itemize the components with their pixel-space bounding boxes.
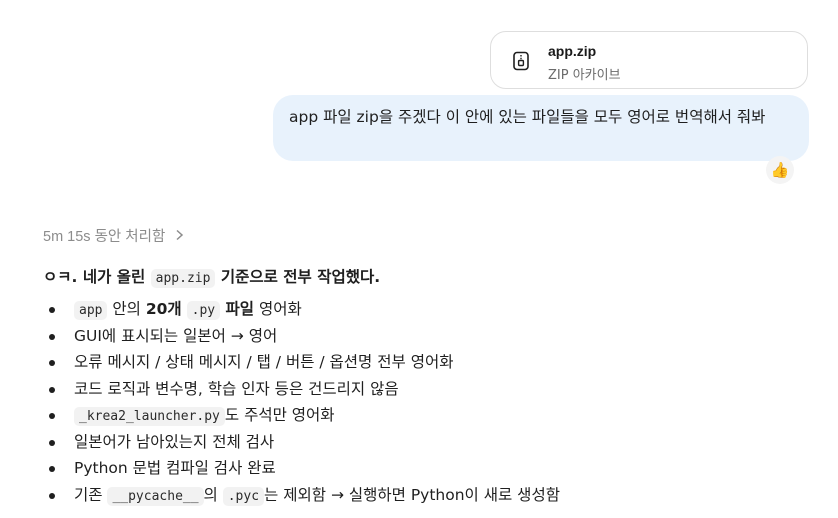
list-text: 영어화	[254, 300, 302, 318]
user-message-bubble: app 파일 zip을 주겠다 이 안에 있는 파일들을 모두 영어로 번역해서…	[273, 95, 809, 161]
response-summary: ㅇㅋ. 네가 올린 app.zip 기준으로 전부 작업했다.	[43, 265, 381, 288]
inline-code: .pyc	[222, 486, 265, 506]
attachment-card[interactable]: app.zip ZIP 아카이브	[490, 31, 808, 89]
summary-prefix: ㅇㅋ.	[43, 268, 83, 286]
list-item: GUI에 표시되는 일본어 → 영어	[43, 323, 823, 350]
list-text	[182, 300, 187, 318]
thought-toggle[interactable]: 5m 15s 동안 처리함	[43, 225, 184, 246]
summary-bold-2: 기준으로 전부 작업했다.	[215, 268, 381, 286]
list-bold: 파일	[220, 300, 255, 318]
list-text: 코드 로직과 변수명, 학습 인자 등은 건드리지 않음	[74, 379, 399, 398]
inline-code: __pycache__	[107, 486, 204, 506]
attachment-type: ZIP 아카이브	[548, 68, 621, 83]
list-item: Python 문법 컴파일 검사 완료	[43, 455, 823, 482]
response-list: app 안의 20개 .py 파일 영어화 GUI에 표시되는 일본어 → 영어…	[43, 296, 823, 508]
list-bold: 20개	[145, 300, 182, 318]
chevron-right-icon	[175, 229, 184, 245]
list-item: app 안의 20개 .py 파일 영어화	[43, 296, 823, 323]
attachment-name: app.zip	[548, 43, 597, 59]
summary-code: app.zip	[150, 269, 216, 288]
reaction-button[interactable]: 👍	[766, 156, 794, 184]
list-text: 안의	[107, 300, 146, 318]
list-text: 일본어가 남아있는지 전체 검사	[74, 432, 275, 451]
list-text: GUI에 표시되는 일본어 → 영어	[74, 326, 278, 345]
inline-code: .py	[186, 301, 221, 320]
list-text: 도 주석만 영어화	[224, 406, 335, 424]
list-item: 코드 로직과 변수명, 학습 인자 등은 건드리지 않음	[43, 376, 823, 403]
user-message-text: app 파일 zip을 주겠다 이 안에 있는 파일들을 모두 영어로 번역해서…	[289, 108, 766, 126]
list-text: Python 문법 컴파일 검사 완료	[74, 459, 276, 477]
list-text: 기존	[74, 485, 108, 504]
list-text: 의	[203, 485, 223, 504]
list-item: 기존 __pycache__ 의 .pyc 는 제외함 → 실행하면 Python이…	[43, 482, 823, 509]
list-item: _krea2_launcher.py 도 주석만 영어화	[43, 402, 823, 429]
inline-code: _krea2_launcher.py	[74, 407, 225, 426]
list-item: 오류 메시지 / 상태 메시지 / 탭 / 버튼 / 옵션명 전부 영어화	[43, 349, 823, 376]
list-text: 는 제외함 → 실행하면 Python이 새로 생성함	[264, 485, 560, 504]
summary-bold-1: 네가 올린	[82, 268, 151, 286]
thumbs-up-icon: 👍	[770, 160, 790, 179]
zip-archive-icon	[511, 51, 531, 71]
list-item: 일본어가 남아있는지 전체 검사	[43, 429, 823, 456]
thought-label: 5m 15s 동안 처리함	[43, 229, 166, 245]
list-text: 오류 메시지 / 상태 메시지 / 탭 / 버튼 / 옵션명 전부 영어화	[74, 353, 454, 371]
inline-code: app	[74, 301, 108, 320]
